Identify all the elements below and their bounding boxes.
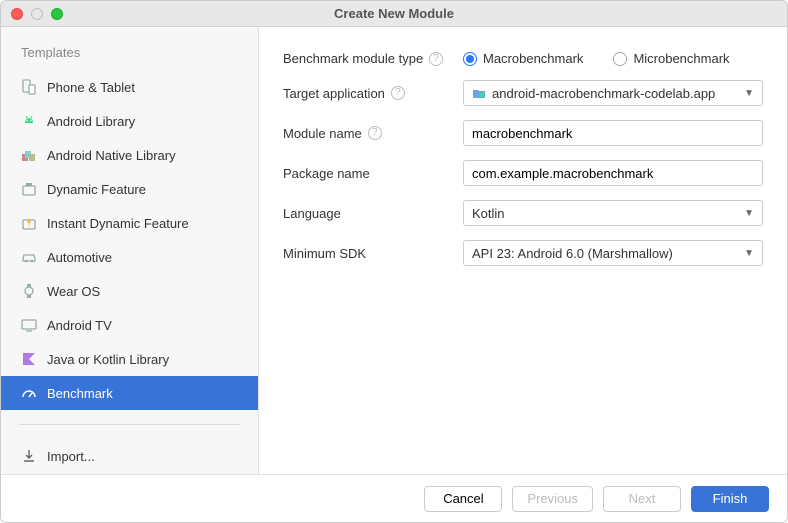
minimum-sdk-label: Minimum SDK xyxy=(283,246,463,261)
cancel-button[interactable]: Cancel xyxy=(424,486,502,512)
language-label: Language xyxy=(283,206,463,221)
module-folder-icon xyxy=(472,86,486,100)
chevron-down-icon: ▼ xyxy=(744,88,754,99)
tv-icon xyxy=(21,317,37,333)
package-name-input[interactable] xyxy=(463,160,763,186)
sidebar-item-label: Dynamic Feature xyxy=(47,182,146,197)
sidebar-item-java-kotlin-library[interactable]: Java or Kotlin Library xyxy=(1,342,258,376)
chevron-down-icon: ▼ xyxy=(744,208,754,219)
minimize-window-button[interactable] xyxy=(31,8,43,20)
window-title: Create New Module xyxy=(1,6,787,21)
sidebar-item-label: Automotive xyxy=(47,250,112,265)
help-icon[interactable]: ? xyxy=(391,86,405,100)
sidebar-item-label: Phone & Tablet xyxy=(47,80,135,95)
help-icon[interactable]: ? xyxy=(429,52,443,66)
android-icon xyxy=(21,113,37,129)
sidebar-item-label: Java or Kotlin Library xyxy=(47,352,169,367)
radio-macrobenchmark[interactable]: Macrobenchmark xyxy=(463,51,583,66)
watch-icon xyxy=(21,283,37,299)
sidebar-item-label: Android TV xyxy=(47,318,112,333)
sidebar: Templates Phone & Tablet Android Library xyxy=(1,27,259,474)
sidebar-item-android-native-library[interactable]: Android Native Library xyxy=(1,138,258,172)
sidebar-item-label: Instant Dynamic Feature xyxy=(47,216,189,231)
finish-button[interactable]: Finish xyxy=(691,486,769,512)
dialog-body: Templates Phone & Tablet Android Library xyxy=(1,27,787,474)
module-name-label: Module name ? xyxy=(283,126,463,141)
main-panel: Benchmark module type ? Macrobenchmark M… xyxy=(259,27,787,474)
previous-button[interactable]: Previous xyxy=(512,486,593,512)
sidebar-item-android-tv[interactable]: Android TV xyxy=(1,308,258,342)
feature-icon xyxy=(21,181,37,197)
sidebar-item-label: Import... xyxy=(47,449,95,464)
sidebar-item-label: Android Native Library xyxy=(47,148,176,163)
target-application-select[interactable]: android-macrobenchmark-codelab.app ▼ xyxy=(463,80,763,106)
module-name-input[interactable] xyxy=(463,120,763,146)
sidebar-item-benchmark[interactable]: Benchmark xyxy=(1,376,258,410)
import-icon xyxy=(21,448,37,464)
minimum-sdk-select[interactable]: API 23: Android 6.0 (Marshmallow) ▼ xyxy=(463,240,763,266)
sidebar-item-import[interactable]: Import... xyxy=(1,439,258,473)
sidebar-item-label: Benchmark xyxy=(47,386,113,401)
traffic-lights xyxy=(1,8,63,20)
native-library-icon xyxy=(21,147,37,163)
titlebar: Create New Module xyxy=(1,1,787,27)
help-icon[interactable]: ? xyxy=(368,126,382,140)
phone-tablet-icon xyxy=(21,79,37,95)
benchmark-type-radio-group: Macrobenchmark Microbenchmark xyxy=(463,51,763,66)
gauge-icon xyxy=(21,385,37,401)
close-window-button[interactable] xyxy=(11,8,23,20)
sidebar-item-phone-tablet[interactable]: Phone & Tablet xyxy=(1,70,258,104)
kotlin-icon xyxy=(21,351,37,367)
target-application-label: Target application ? xyxy=(283,86,463,101)
package-name-label: Package name xyxy=(283,166,463,181)
sidebar-item-instant-dynamic-feature[interactable]: Instant Dynamic Feature xyxy=(1,206,258,240)
sidebar-item-dynamic-feature[interactable]: Dynamic Feature xyxy=(1,172,258,206)
sidebar-item-automotive[interactable]: Automotive xyxy=(1,240,258,274)
chevron-down-icon: ▼ xyxy=(744,248,754,259)
sidebar-item-android-library[interactable]: Android Library xyxy=(1,104,258,138)
radio-checked-icon xyxy=(463,52,477,66)
sidebar-heading: Templates xyxy=(1,45,258,70)
car-icon xyxy=(21,249,37,265)
template-list: Phone & Tablet Android Library Android N… xyxy=(1,70,258,474)
benchmark-type-label: Benchmark module type ? xyxy=(283,51,463,66)
window: Create New Module Templates Phone & Tabl… xyxy=(0,0,788,523)
zoom-window-button[interactable] xyxy=(51,8,63,20)
sidebar-item-label: Android Library xyxy=(47,114,135,129)
language-select[interactable]: Kotlin ▼ xyxy=(463,200,763,226)
radio-microbenchmark[interactable]: Microbenchmark xyxy=(613,51,729,66)
instant-feature-icon xyxy=(21,215,37,231)
next-button[interactable]: Next xyxy=(603,486,681,512)
sidebar-separator xyxy=(19,424,240,425)
sidebar-item-label: Wear OS xyxy=(47,284,100,299)
sidebar-item-wear-os[interactable]: Wear OS xyxy=(1,274,258,308)
radio-unchecked-icon xyxy=(613,52,627,66)
footer: Cancel Previous Next Finish xyxy=(1,474,787,522)
